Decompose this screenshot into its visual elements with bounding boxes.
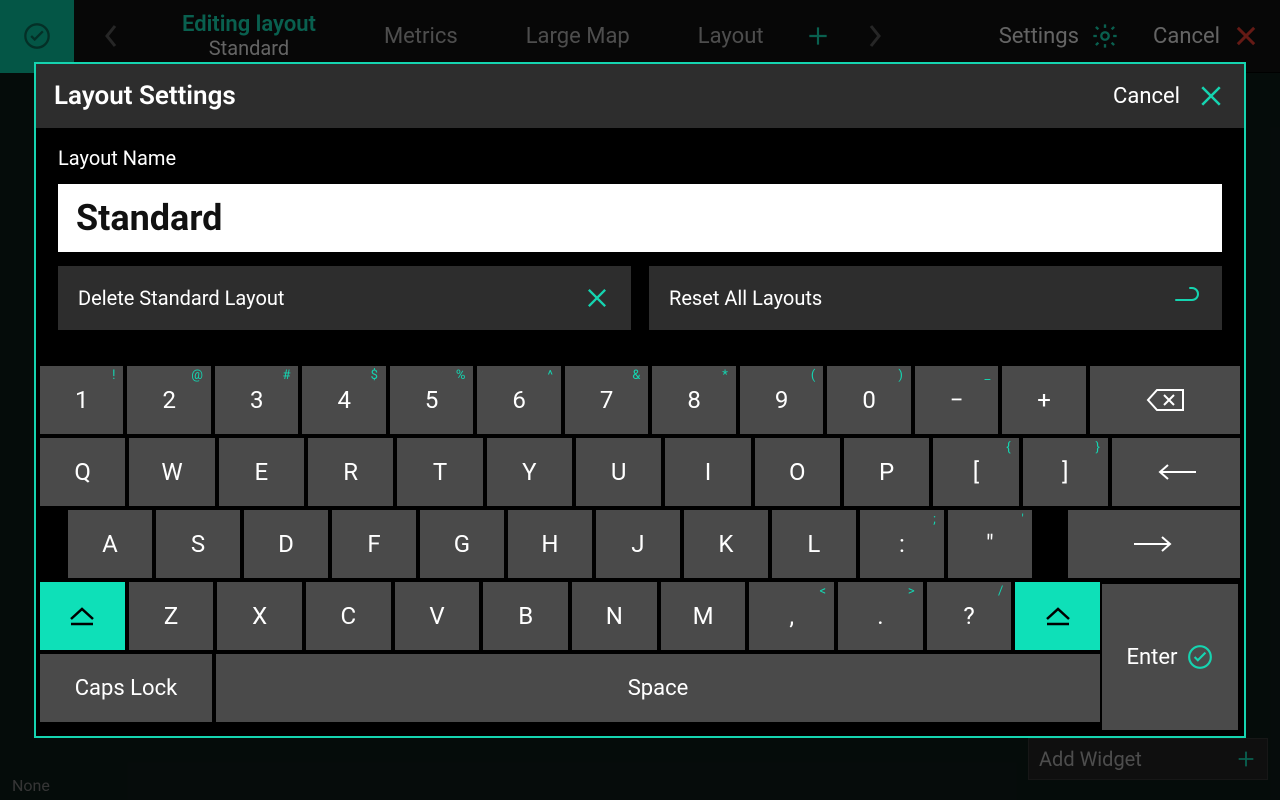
key-arrow-right[interactable] [1068,510,1240,578]
key-J[interactable]: J [596,510,680,578]
shift-icon [1043,605,1073,627]
key-enter[interactable]: Enter [1102,584,1238,730]
key-shift-right[interactable] [1015,582,1100,650]
check-circle-icon [1187,644,1213,670]
on-screen-keyboard: 1!2@3#4$5%6^7&8*9(0)−_+ QWERTYUIOP[{]} A… [38,364,1242,734]
reset-layouts-button[interactable]: Reset All Layouts [649,266,1222,330]
key-W[interactable]: W [129,438,214,506]
delete-layout-button[interactable]: Delete Standard Layout [58,266,631,330]
key-][interactable]: ]} [1023,438,1108,506]
reset-layouts-label: Reset All Layouts [669,286,822,310]
key-Z[interactable]: Z [129,582,214,650]
modal-title: Layout Settings [54,81,236,111]
key-2[interactable]: 2@ [127,366,210,434]
key-O[interactable]: O [755,438,840,506]
key-K[interactable]: K [684,510,768,578]
key-caps-lock[interactable]: Caps Lock [40,654,212,722]
key-F[interactable]: F [332,510,416,578]
key-B[interactable]: B [483,582,568,650]
arrow-right-icon [1132,534,1176,554]
key-H[interactable]: H [508,510,592,578]
key-R[interactable]: R [308,438,393,506]
shift-icon [67,605,97,627]
key-P[interactable]: P [844,438,929,506]
layout-settings-modal: Layout Settings Cancel Layout Name Delet… [34,62,1246,738]
key-1[interactable]: 1! [40,366,123,434]
key-?[interactable]: ?/ [927,582,1012,650]
key-M[interactable]: M [661,582,746,650]
key-Y[interactable]: Y [487,438,572,506]
key-U[interactable]: U [576,438,661,506]
key-.[interactable]: .> [838,582,923,650]
modal-header: Layout Settings Cancel [36,64,1244,128]
layout-name-label: Layout Name [58,146,1222,170]
key-X[interactable]: X [217,582,302,650]
key-0[interactable]: 0) [827,366,910,434]
key-Q[interactable]: Q [40,438,125,506]
key-I[interactable]: I [665,438,750,506]
key-L[interactable]: L [772,510,856,578]
key-5[interactable]: 5% [390,366,473,434]
key-E[interactable]: E [219,438,304,506]
key-:[interactable]: :; [860,510,944,578]
key-D[interactable]: D [244,510,328,578]
key-N[interactable]: N [572,582,657,650]
close-icon [1196,81,1226,111]
key-8[interactable]: 8* [652,366,735,434]
modal-cancel-label: Cancel [1113,84,1180,109]
key-space[interactable]: Space [216,654,1100,722]
key-shift-left[interactable] [40,582,125,650]
delete-layout-label: Delete Standard Layout [78,286,284,310]
key-[[interactable]: [{ [933,438,1018,506]
key-"[interactable]: "' [948,510,1032,578]
undo-icon [1172,286,1202,310]
arrow-left-icon [1154,462,1198,482]
key-4[interactable]: 4$ [302,366,385,434]
key-,[interactable]: ,< [749,582,834,650]
key-7[interactable]: 7& [565,366,648,434]
close-icon [583,284,611,312]
key-S[interactable]: S [156,510,240,578]
key-A[interactable]: A [68,510,152,578]
modal-cancel-button[interactable]: Cancel [1113,81,1226,111]
key-T[interactable]: T [397,438,482,506]
backspace-icon [1145,387,1185,413]
key-6[interactable]: 6^ [477,366,560,434]
key-3[interactable]: 3# [215,366,298,434]
key-+[interactable]: + [1002,366,1085,434]
key-C[interactable]: C [306,582,391,650]
key-backspace[interactable] [1090,366,1240,434]
key-arrow-left[interactable] [1112,438,1240,506]
key-V[interactable]: V [395,582,480,650]
key-G[interactable]: G [420,510,504,578]
layout-name-input[interactable] [58,184,1222,252]
key-enter-label: Enter [1127,645,1178,670]
key-−[interactable]: −_ [915,366,998,434]
key-9[interactable]: 9( [740,366,823,434]
